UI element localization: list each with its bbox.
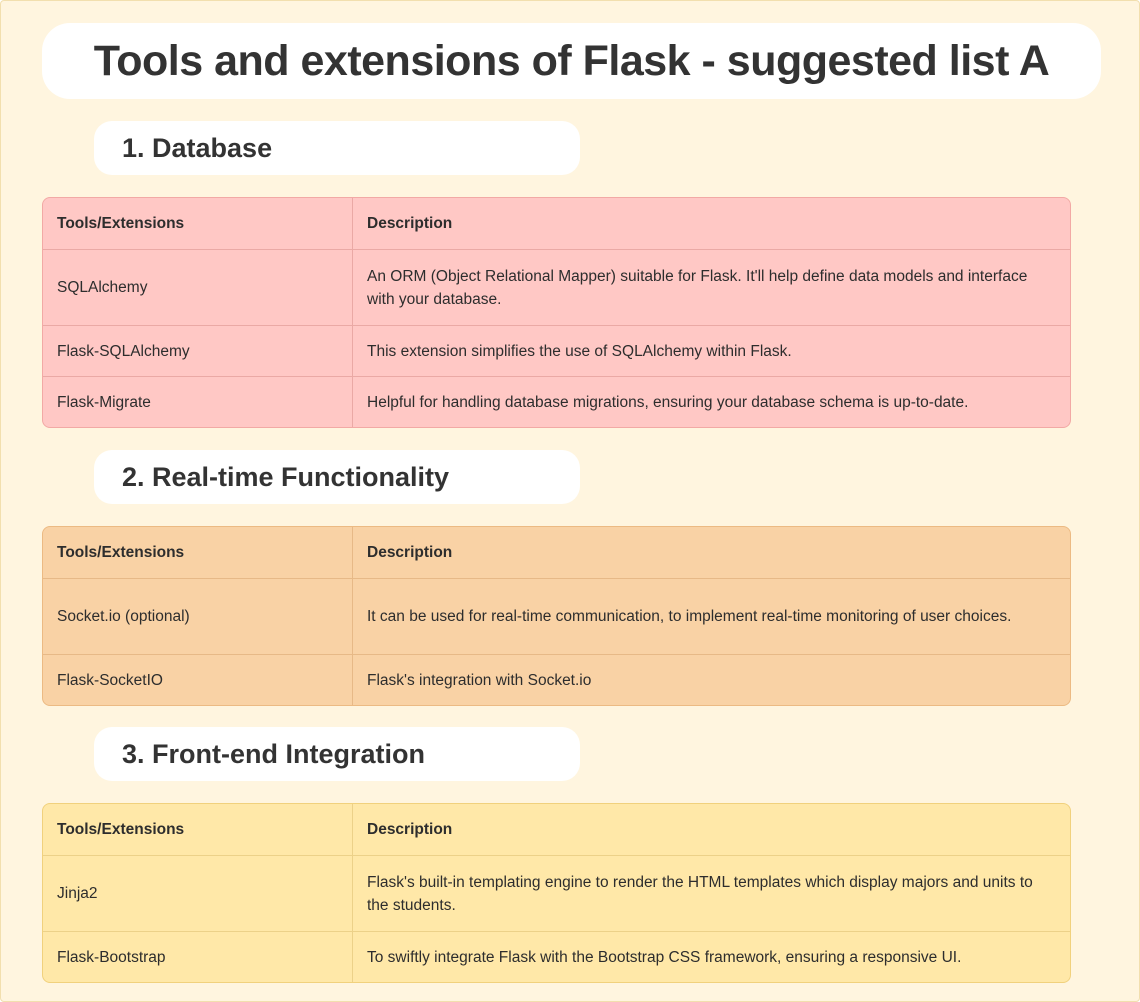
tool-name: Jinja2 (43, 855, 352, 931)
column-header-tools: Tools/Extensions (57, 821, 185, 838)
table-row: Flask-SQLAlchemy This extension simplifi… (43, 325, 1070, 376)
table-row: Flask-Migrate Helpful for handling datab… (43, 376, 1070, 427)
table-row: Flask-SocketIO Flask's integration with … (43, 654, 1070, 705)
table-header-row: Tools/Extensions Description (43, 804, 1070, 855)
document-page: Tools and extensions of Flask - suggeste… (0, 0, 1140, 1002)
column-header-description: Description (352, 527, 1070, 578)
section-title: 2. Real-time Functionality (122, 461, 450, 492)
tool-description: It can be used for real-time communicati… (352, 578, 1070, 654)
section-heading-database: 1. Database (94, 121, 580, 175)
tool-name: Flask-SQLAlchemy (43, 325, 352, 376)
frontend-table: Tools/Extensions Description Jinja2 Flas… (42, 803, 1071, 983)
section-heading-realtime: 2. Real-time Functionality (94, 450, 580, 504)
column-header-description: Description (352, 198, 1070, 249)
tool-name: SQLAlchemy (43, 249, 352, 325)
tool-name: Flask-SocketIO (43, 654, 352, 705)
column-header-tools: Tools/Extensions (57, 215, 185, 232)
section-heading-frontend: 3. Front-end Integration (94, 727, 580, 781)
title-card: Tools and extensions of Flask - suggeste… (42, 23, 1101, 99)
tool-name: Flask-Bootstrap (43, 931, 352, 982)
column-header-description: Description (352, 804, 1070, 855)
table-header-row: Tools/Extensions Description (43, 198, 1070, 249)
tool-name: Flask-Migrate (43, 376, 352, 427)
database-table: Tools/Extensions Description SQLAlchemy … (42, 197, 1071, 428)
tool-description: This extension simplifies the use of SQL… (352, 325, 1070, 376)
column-header-tools: Tools/Extensions (57, 544, 185, 561)
table-row: Jinja2 Flask's built-in templating engin… (43, 855, 1070, 931)
tool-description: An ORM (Object Relational Mapper) suitab… (352, 249, 1070, 325)
page-title: Tools and extensions of Flask - suggeste… (93, 36, 1050, 85)
table-row: Socket.io (optional) It can be used for … (43, 578, 1070, 654)
realtime-table: Tools/Extensions Description Socket.io (… (42, 526, 1071, 706)
table-row: Flask-Bootstrap To swiftly integrate Fla… (43, 931, 1070, 982)
tool-description: To swiftly integrate Flask with the Boot… (352, 931, 1070, 982)
tool-name: Socket.io (optional) (43, 578, 352, 654)
table-row: SQLAlchemy An ORM (Object Relational Map… (43, 249, 1070, 325)
section-title: 1. Database (122, 132, 273, 163)
section-title: 3. Front-end Integration (122, 738, 425, 769)
tool-description: Helpful for handling database migrations… (352, 376, 1070, 427)
tool-description: Flask's integration with Socket.io (352, 654, 1070, 705)
tool-description: Flask's built-in templating engine to re… (352, 855, 1070, 931)
table-header-row: Tools/Extensions Description (43, 527, 1070, 578)
